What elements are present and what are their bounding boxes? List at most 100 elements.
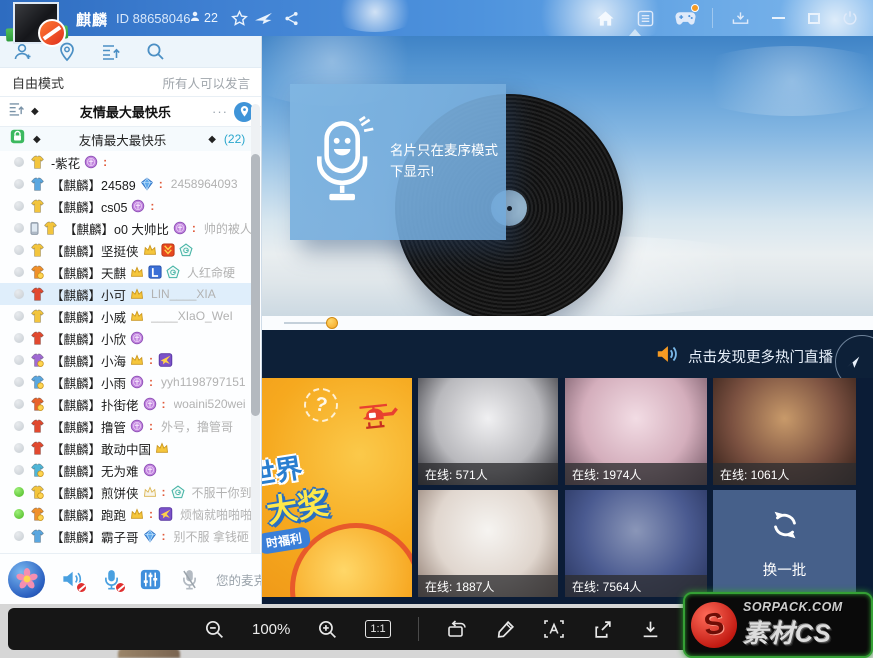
presence-dot [14,245,24,255]
refresh-batch-button[interactable]: 换一批 [713,490,856,597]
shirt-icon [30,353,45,368]
minimize-button[interactable] [767,7,789,29]
channel-name: 友情最大最快乐 [45,102,206,121]
colon-decor: : [161,397,167,411]
member-row[interactable]: 【麒麟】小威 ____XIaO_WeI [0,305,252,327]
sub-channel-row[interactable]: ◆ 友情最大最快乐 ◆ (22) [0,127,262,151]
stream-thumbnail[interactable]: 在线: 1061人 [713,378,856,485]
slider-knob[interactable] [326,317,338,329]
player-strip [262,316,873,330]
mic-card-line2: 下显示! [390,162,498,183]
more-live-label: 点击发现更多热门直播 [688,346,833,367]
stream-thumbnail[interactable]: 在线: 571人 [418,378,558,485]
presence-dot [14,267,24,277]
mixer-button[interactable] [138,567,162,591]
channel-list-icon[interactable] [100,41,122,63]
fly-jet-icon[interactable] [252,8,274,28]
member-note: ____XIaO_WeI [151,309,233,323]
channel-menu-button[interactable]: ··· [212,104,228,119]
presence-dot [14,223,24,233]
member-row[interactable]: 【麒麟】小可LIN____XIA [0,283,252,305]
member-row[interactable]: 【麒麟】煎饼侠: 不服干你到 [0,481,252,503]
corner-nav-button[interactable] [835,335,873,378]
promo-banner[interactable]: ? 世界 大奖 时福利 [262,378,412,597]
search-icon[interactable] [144,41,166,63]
mic-muted-button[interactable] [99,567,123,591]
more-live-link[interactable]: 点击发现更多热门直播 [654,342,833,371]
share-export-icon[interactable] [592,619,613,640]
member-name: 【麒麟】煎饼侠 [51,483,139,502]
self-avatar[interactable] [8,561,45,598]
member-row[interactable]: 【麒麟】24589:2458964093 [0,173,252,195]
minimize-to-tray-button[interactable] [727,6,753,30]
scrollbar-thumb[interactable] [251,154,260,416]
power-close-button[interactable] [839,7,861,29]
notice-board-button[interactable] [632,6,658,30]
colon-decor: : [158,177,164,191]
gem-icon [140,177,154,191]
member-note: 不服干你到 [192,484,252,501]
member-row[interactable]: 【麒麟】小欣 [0,327,252,349]
person-icon [189,10,201,26]
member-row[interactable]: 【麒麟】天麒 人红命硬 [0,261,252,283]
member-count: 22 [189,10,218,26]
member-row[interactable]: 【麒麟】扑街佬:woaini520wei [0,393,252,415]
member-count-value: 22 [204,11,218,25]
channel-root-row[interactable]: ◆ 友情最大最快乐 ··· [0,97,262,127]
member-name: 【麒麟】扑街佬 [51,395,139,414]
sub-channel-name: 友情最大最快乐 [79,130,167,149]
cloud-decor [682,46,873,116]
stream-thumbnail[interactable]: 在线: 7564人 [565,490,707,597]
member-row[interactable]: -紫花: [0,151,252,173]
member-row[interactable]: 【麒麟】敢动中国 [0,437,252,459]
diamond-decor: ◆ [208,134,216,145]
league-l-icon [148,265,162,279]
member-row[interactable]: 【麒麟】小雨:yyh1198797151 [0,371,252,393]
voice-footer: 您的麦克风禁 [0,553,262,604]
viewer-count: 在线: 1974人 [565,463,707,485]
shirt-icon [30,243,45,258]
rotate-icon[interactable] [446,619,468,639]
maximize-button[interactable] [803,7,825,29]
member-row[interactable]: 【麒麟】o0 大帅比:帅的被人砍 [0,217,252,239]
user-avatar[interactable] [8,1,66,51]
white-crown-icon [143,486,157,498]
mic-status-text: 您的麦克风禁 [216,570,262,589]
member-note: 人红命硬 [187,264,235,281]
mode-selector[interactable]: 自由模式 [12,73,64,92]
member-row[interactable]: 【麒麟】撸管:外号，撸管哥 [0,415,252,437]
share-icon[interactable] [280,8,302,28]
ocr-text-icon[interactable] [543,619,565,639]
colon-decor: : [148,419,154,433]
edit-pencil-icon[interactable] [495,619,516,640]
actual-size-button[interactable]: 1:1 [365,620,390,638]
member-row[interactable]: 【麒麟】霸子哥:别不服 拿钱砸 [0,525,252,547]
member-name: 【麒麟】天麒 [51,263,126,282]
member-row[interactable]: 【麒麟】小海: [0,349,252,371]
crown-icon [143,244,157,256]
vip-shield-icon [130,419,144,433]
speaker-muted-button[interactable] [60,567,84,591]
download-icon[interactable] [640,619,661,640]
home-tab-button[interactable] [592,6,618,30]
stream-thumbnail[interactable]: 在线: 1974人 [565,378,707,485]
zoom-out-icon[interactable] [204,619,225,640]
games-button[interactable] [672,6,698,30]
colon-decor: : [161,485,167,499]
shirt-icon [30,529,45,544]
shirt-icon [30,331,45,346]
member-name: 【麒麟】小威 [51,307,126,326]
watermark: S SORPACK.COM 素材CS [683,592,873,658]
phone-icon [30,222,39,235]
member-row[interactable]: 【麒麟】坚挺侠 [0,239,252,261]
plane-badge-icon [158,507,173,521]
viewer-count: 在线: 1061人 [713,463,856,485]
favorite-star-icon[interactable] [228,8,250,28]
member-row[interactable]: 【麒麟】cs05: [0,195,252,217]
main-stage: 名片只在麦序模式 下显示! 点击发现更多热门直播 ? 世界 [262,36,873,604]
zoom-in-icon[interactable] [317,619,338,640]
member-row[interactable]: 【麒麟】跑跑:烦恼就啪啪啪 [0,503,252,525]
stream-thumbnail[interactable]: 在线: 1887人 [418,490,558,597]
member-row[interactable]: 【麒麟】无为难 [0,459,252,481]
shirt-icon [30,265,45,280]
